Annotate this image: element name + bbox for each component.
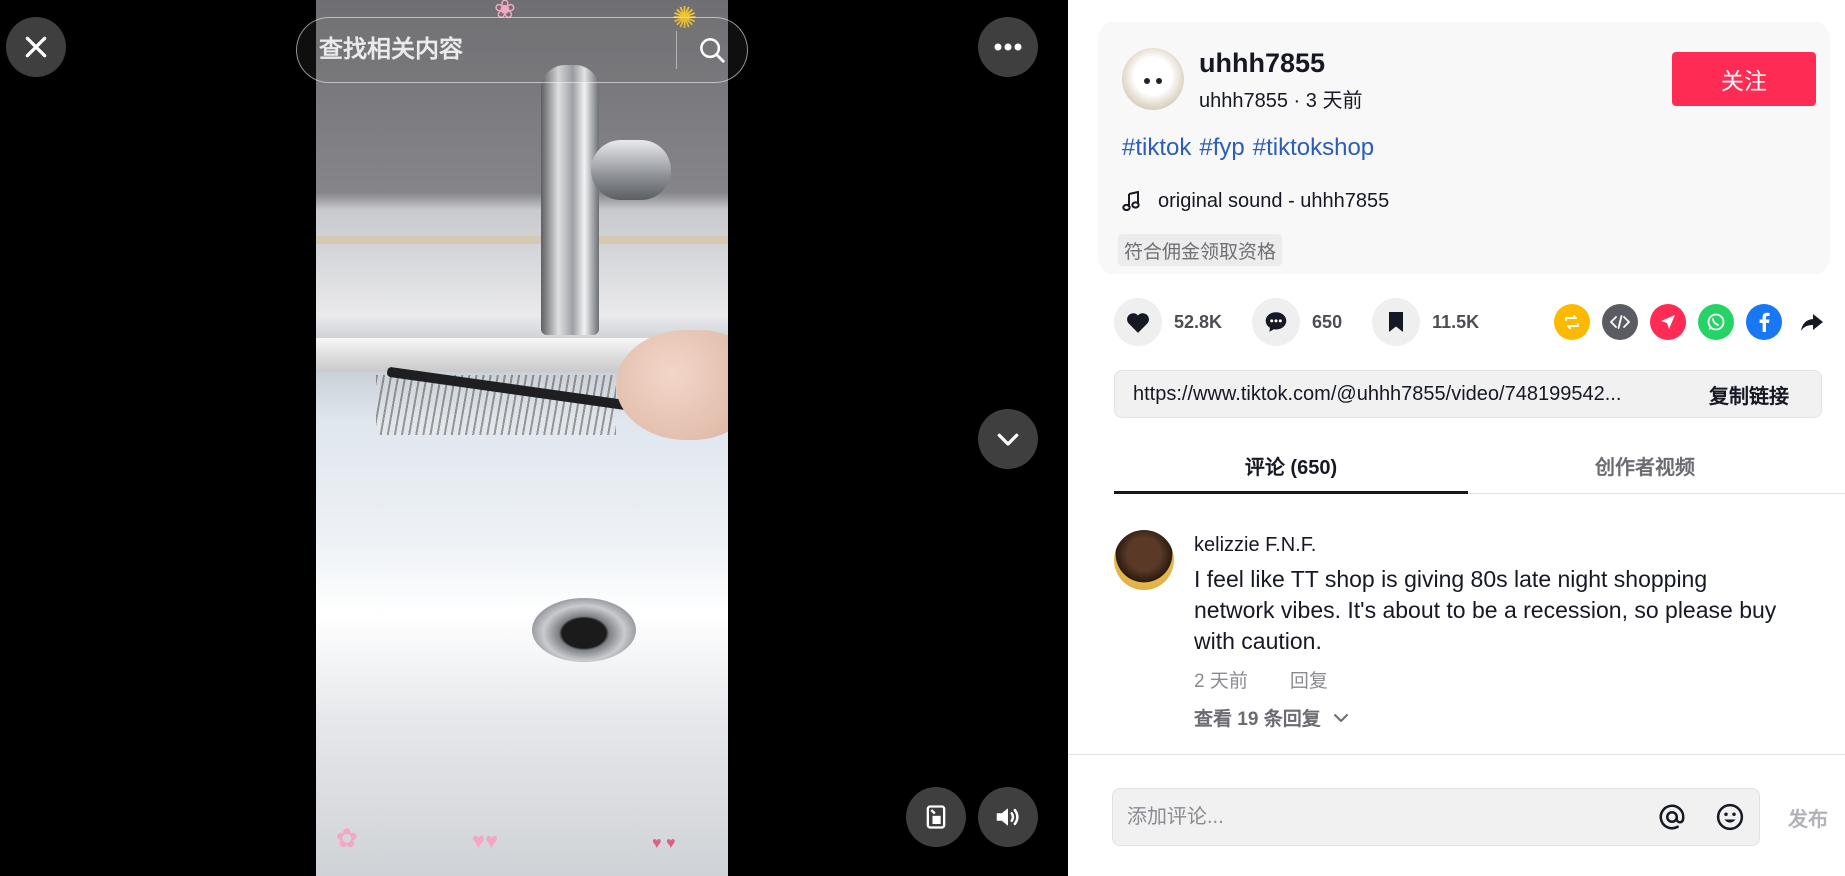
- author-subline: uhhh7855 · 3 天前: [1199, 84, 1362, 113]
- faucet-spout: [591, 140, 671, 200]
- commission-badge: 符合佣金领取资格: [1118, 234, 1283, 266]
- close-icon: [25, 36, 47, 58]
- music-note-icon: [1122, 190, 1142, 213]
- floating-player-button[interactable]: [906, 787, 966, 847]
- whatsapp-share-button[interactable]: [1698, 304, 1734, 340]
- search-bar[interactable]: [296, 17, 748, 83]
- avatar-face: [1136, 66, 1170, 96]
- app: ❀ ✺ ✿ ♥♥ ♥ ♥ 查找相关内容 uhhh7855 uhhh7855 · …: [0, 0, 1845, 876]
- whatsapp-icon: [1707, 313, 1725, 331]
- hashtag-link[interactable]: #tiktok: [1122, 134, 1191, 161]
- flower-sticker-icon: ✿: [336, 823, 358, 853]
- bookmark-icon: [1389, 312, 1404, 332]
- facebook-icon: [1759, 312, 1770, 332]
- composer-divider: [1068, 754, 1845, 755]
- comment-button[interactable]: [1252, 298, 1301, 346]
- panel-tabs: 评论 (650) 创作者视频: [1114, 438, 1845, 494]
- chevron-down-icon: [1333, 712, 1349, 724]
- like-button[interactable]: [1114, 298, 1162, 346]
- chevron-down-icon: [997, 433, 1019, 446]
- video-info-card: uhhh7855 uhhh7855 · 3 天前 关注 #tiktok #fyp #…: [1098, 22, 1830, 274]
- view-replies-button[interactable]: 查看 19 条回复: [1194, 704, 1349, 731]
- save-button[interactable]: [1372, 298, 1421, 346]
- at-mention-icon: [1659, 804, 1685, 830]
- share-icons: [1542, 304, 1830, 340]
- meta-separator: ·: [1287, 90, 1306, 112]
- avatar-eye: [1144, 78, 1150, 84]
- emoji-icon: [1716, 803, 1744, 831]
- video-player[interactable]: ❀ ✺ ✿ ♥♥ ♥ ♥: [316, 0, 728, 876]
- comment-bubble-icon: [1265, 312, 1287, 332]
- share-link-box: https://www.tiktok.com/@uhhh7855/video/7…: [1114, 370, 1822, 418]
- search-icon: [700, 38, 725, 63]
- save-action[interactable]: 11.5K: [1372, 298, 1479, 346]
- speaker-icon: [996, 808, 1019, 826]
- action-bar: 52.8K 650 11.5K: [1114, 298, 1830, 346]
- copy-link-button[interactable]: 复制链接: [1677, 371, 1821, 417]
- faucet: [541, 65, 599, 335]
- embed-button[interactable]: [1602, 304, 1638, 340]
- counter-edge: [316, 236, 728, 244]
- hearts-sticker-icon: ♥ ♥: [652, 835, 676, 852]
- facebook-share-button[interactable]: [1746, 304, 1782, 340]
- close-button[interactable]: [6, 17, 66, 77]
- share-arrow-icon: [1801, 314, 1823, 331]
- detail-panel: uhhh7855 uhhh7855 · 3 天前 关注 #tiktok #fyp #…: [1068, 0, 1845, 876]
- heart-icon: [1127, 313, 1149, 333]
- comment-input[interactable]: [1113, 789, 1643, 845]
- comment-time: 2 天前: [1194, 671, 1248, 692]
- hashtag-link[interactable]: #fyp: [1199, 134, 1244, 161]
- comment-meta: 2 天前 回复: [1194, 666, 1370, 693]
- post-comment-button[interactable]: 发布: [1778, 788, 1838, 846]
- tab-creator-videos[interactable]: 创作者视频: [1468, 438, 1822, 493]
- more-share-button[interactable]: [1794, 304, 1830, 340]
- comment-author[interactable]: kelizzie F.N.F.: [1194, 534, 1316, 557]
- comment-avatar[interactable]: [1114, 530, 1174, 590]
- next-video-button[interactable]: [978, 409, 1038, 469]
- hearts-sticker-icon: ♥♥: [472, 828, 499, 853]
- comment-composer: [1112, 788, 1760, 846]
- share-link-text[interactable]: https://www.tiktok.com/@uhhh7855/video/7…: [1115, 383, 1677, 406]
- like-action[interactable]: 52.8K: [1114, 298, 1222, 346]
- view-replies-label: 查看 19 条回复: [1194, 709, 1321, 730]
- embed-icon: [1610, 315, 1630, 329]
- repost-icon: [1565, 315, 1579, 329]
- send-icon: [1661, 315, 1675, 329]
- more-options-button[interactable]: [978, 17, 1038, 77]
- emoji-button[interactable]: [1701, 788, 1759, 846]
- hashtag-list: #tiktok #fyp #tiktokshop: [1122, 134, 1382, 162]
- send-to-friends-button[interactable]: [1650, 304, 1686, 340]
- hashtag-link[interactable]: #tiktokshop: [1253, 134, 1374, 161]
- repost-button[interactable]: [1554, 304, 1590, 340]
- reply-button[interactable]: 回复: [1290, 666, 1328, 693]
- video-area: ❀ ✺ ✿ ♥♥ ♥ ♥: [0, 0, 1068, 876]
- comment-action[interactable]: 650: [1252, 298, 1342, 346]
- search-button[interactable]: [677, 18, 747, 82]
- avatar-eye: [1156, 78, 1162, 84]
- author-avatar[interactable]: [1122, 48, 1184, 110]
- author-username[interactable]: uhhh7855: [1199, 48, 1325, 79]
- comment-text: I feel like TT shop is giving 80s late n…: [1194, 566, 1777, 654]
- mention-button[interactable]: [1643, 788, 1701, 846]
- comment-item: kelizzie F.N.F. I feel like TT shop is g…: [1114, 528, 1845, 738]
- more-dots-icon: [994, 43, 1022, 51]
- follow-button[interactable]: 关注: [1672, 52, 1816, 106]
- sound-link[interactable]: original sound - uhhh7855: [1122, 190, 1389, 213]
- comment-count: 650: [1312, 311, 1343, 332]
- volume-button[interactable]: [978, 787, 1038, 847]
- floating-player-icon: [926, 805, 946, 829]
- sink-drain: [532, 598, 636, 662]
- author-handle: uhhh7855: [1199, 90, 1288, 112]
- tab-comments[interactable]: 评论 (650): [1114, 438, 1468, 494]
- like-count: 52.8K: [1174, 311, 1223, 332]
- post-time: 3 天前: [1305, 90, 1363, 112]
- save-count: 11.5K: [1432, 311, 1480, 332]
- sound-name: original sound - uhhh7855: [1158, 190, 1390, 212]
- search-input[interactable]: [297, 18, 676, 82]
